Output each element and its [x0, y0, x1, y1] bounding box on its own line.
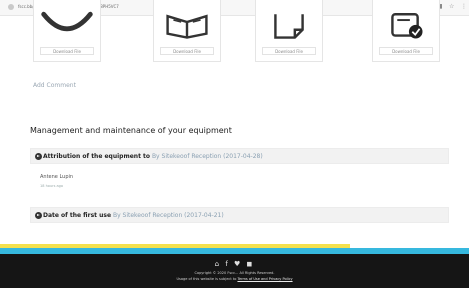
accordion-attribution[interactable]: Attribution of the equipment to By Sitek…: [30, 148, 449, 164]
download-file-button[interactable]: Download File: [379, 47, 433, 55]
accordion-meta: By Sitekeoof Reception (2017-04-21): [112, 212, 224, 219]
footer-usage: Usage of this website is subject to Term…: [176, 277, 293, 281]
star-icon[interactable]: ☆: [449, 3, 454, 10]
document-card[interactable]: Download File: [33, 0, 101, 62]
footer: ⌂ f ♥ ◼ Copyright © 2020 Fscc... All Rig…: [0, 254, 469, 288]
terms-link[interactable]: Terms of Use and Privacy Policy: [237, 277, 292, 281]
document-card[interactable]: Download File: [255, 0, 323, 62]
accordion-label: Date of the first use By Sitekeoof Recep…: [43, 212, 224, 219]
phone-icon: [34, 0, 100, 44]
document-card[interactable]: Download File: [372, 0, 440, 62]
entry-timestamp: 18 hours ago: [40, 184, 64, 188]
accordion-title: Date of the first use: [43, 212, 112, 219]
add-comment-link[interactable]: Add Comment: [33, 82, 76, 89]
site-info-icon[interactable]: [8, 4, 14, 10]
menu-icon[interactable]: ⋮: [461, 3, 467, 10]
accordion-title: Attribution of the equipment to: [43, 153, 151, 160]
social-icons[interactable]: ⌂ f ♥ ◼: [0, 260, 469, 268]
document-card[interactable]: Download File: [153, 0, 221, 62]
book-icon: [154, 0, 220, 44]
download-file-button[interactable]: Download File: [262, 47, 316, 55]
section-title: Management and maintenance of your equip…: [30, 126, 232, 135]
download-file-button[interactable]: Download File: [160, 47, 214, 55]
checklist-icon: [373, 0, 439, 44]
home-icon[interactable]: ⌂: [215, 260, 221, 268]
note-icon: [256, 0, 322, 44]
twitter-icon[interactable]: ♥: [234, 260, 242, 268]
facebook-icon[interactable]: f: [225, 260, 229, 268]
accordion-label: Attribution of the equipment to By Sitek…: [43, 153, 263, 160]
accordion-meta: By Sitekeoof Reception (2017-04-28): [151, 153, 263, 160]
expand-caret-icon[interactable]: [35, 153, 42, 160]
accordion-first-use[interactable]: Date of the first use By Sitekeoof Recep…: [30, 207, 449, 223]
entry-author: Antene Lupin: [40, 174, 74, 180]
footer-copyright: Copyright © 2020 Fscc... All Rights Rese…: [194, 271, 275, 275]
download-file-button[interactable]: Download File: [40, 47, 94, 55]
linkedin-icon[interactable]: ◼: [247, 260, 255, 268]
expand-caret-icon[interactable]: [35, 212, 42, 219]
